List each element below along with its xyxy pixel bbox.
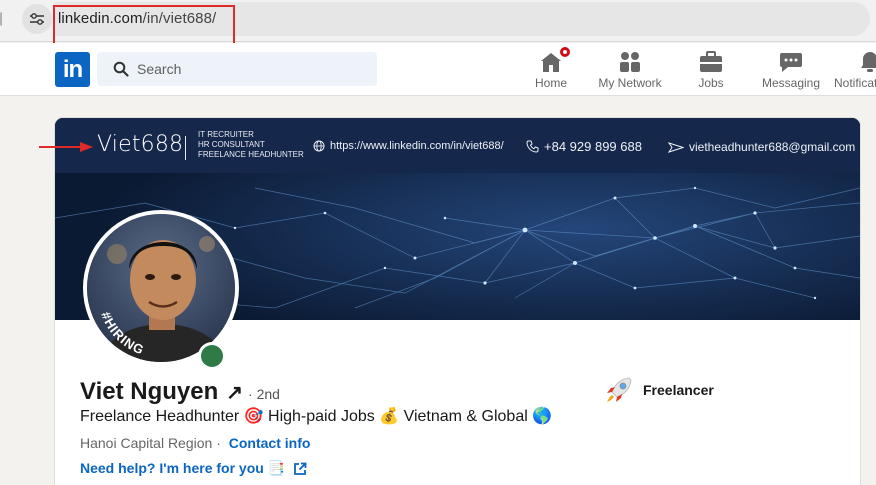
location-row: Hanoi Capital Region · Contact info (80, 435, 310, 451)
banner-roles: IT RECRUITER HR CONSULTANT FREELANCE HEA… (198, 130, 304, 160)
send-icon (668, 141, 684, 153)
banner-website: https://www.linkedin.com/in/viet688/ (313, 140, 504, 152)
nav-my-network[interactable]: My Network (594, 47, 666, 93)
linkedin-logo[interactable]: in (55, 52, 90, 87)
home-icon (540, 45, 572, 73)
notification-dot (558, 45, 572, 59)
nav-home[interactable]: Home (530, 45, 572, 93)
site-settings-button[interactable] (22, 4, 52, 34)
nav-notifications[interactable]: Notifications (834, 47, 876, 93)
bell-icon (860, 47, 876, 73)
nav-messaging-label: Messaging (761, 76, 821, 90)
sliders-icon (30, 13, 44, 25)
banner-phone-text: +84 929 899 688 (544, 139, 642, 154)
hiring-frame: #HIRING (98, 309, 147, 357)
banner-email: vietheadhunter688@gmail.com (668, 140, 855, 154)
search-input[interactable] (137, 52, 367, 86)
arrow-up-right-icon[interactable]: ↗ (226, 380, 243, 405)
rocket-icon (607, 377, 632, 402)
banner-brand: Viet688 (97, 132, 184, 157)
online-status-indicator (198, 342, 226, 370)
banner-website-text: https://www.linkedin.com/in/viet688/ (330, 140, 504, 152)
help-link[interactable]: Need help? I'm here for you 📑 (80, 460, 285, 477)
search-box[interactable] (97, 52, 377, 86)
nav-jobs-label: Jobs (698, 76, 724, 90)
avatar[interactable]: #HIRING (87, 214, 235, 362)
profile-headline: Freelance Headhunter 🎯 High-paid Jobs 💰 … (80, 408, 553, 425)
name-row: Viet Nguyen ↗ · 2nd (80, 378, 280, 406)
banner-role: IT RECRUITER (198, 130, 254, 139)
connection-degree: · 2nd (248, 386, 280, 402)
svg-text:#HIRING: #HIRING (98, 309, 147, 357)
globe-icon (313, 140, 325, 152)
external-link-icon[interactable] (293, 462, 307, 476)
hiring-text: #HIRING (98, 309, 146, 357)
profile-card: Viet688 IT RECRUITER HR CONSULTANT FREEL… (55, 118, 860, 485)
briefcase-icon (699, 47, 723, 73)
current-company[interactable]: Freelancer (603, 374, 714, 406)
linkedin-nav: in Home My Network (0, 43, 876, 96)
banner-role: FREELANCE HEADHUNTER (198, 150, 304, 159)
company-name: Freelancer (643, 382, 714, 398)
banner-role: HR CONSULTANT (198, 140, 265, 149)
contact-info-link[interactable]: Contact info (229, 435, 311, 451)
url-highlight-box (53, 5, 235, 45)
banner-divider (185, 136, 186, 160)
nav-home-label: Home (534, 76, 567, 90)
profile-name: Viet Nguyen (80, 378, 219, 405)
banner-phone: +84 929 899 688 (526, 139, 642, 154)
nav-jobs[interactable]: Jobs (692, 47, 730, 93)
phone-icon (526, 140, 539, 153)
messaging-icon (779, 47, 803, 73)
network-icon (618, 47, 642, 73)
annotation-arrow-icon (39, 142, 93, 152)
search-icon (113, 61, 129, 77)
banner-email-text: vietheadhunter688@gmail.com (689, 140, 856, 154)
help-link-row[interactable]: Need help? I'm here for you 📑 (80, 460, 307, 477)
location-separator: · (216, 435, 225, 451)
nav-my-network-label: My Network (598, 76, 662, 90)
nav-notifications-label: Notifications (834, 76, 876, 90)
nav-messaging[interactable]: Messaging (758, 47, 824, 93)
profile-location: Hanoi Capital Region (80, 435, 213, 451)
back-button-edge[interactable] (0, 12, 4, 26)
